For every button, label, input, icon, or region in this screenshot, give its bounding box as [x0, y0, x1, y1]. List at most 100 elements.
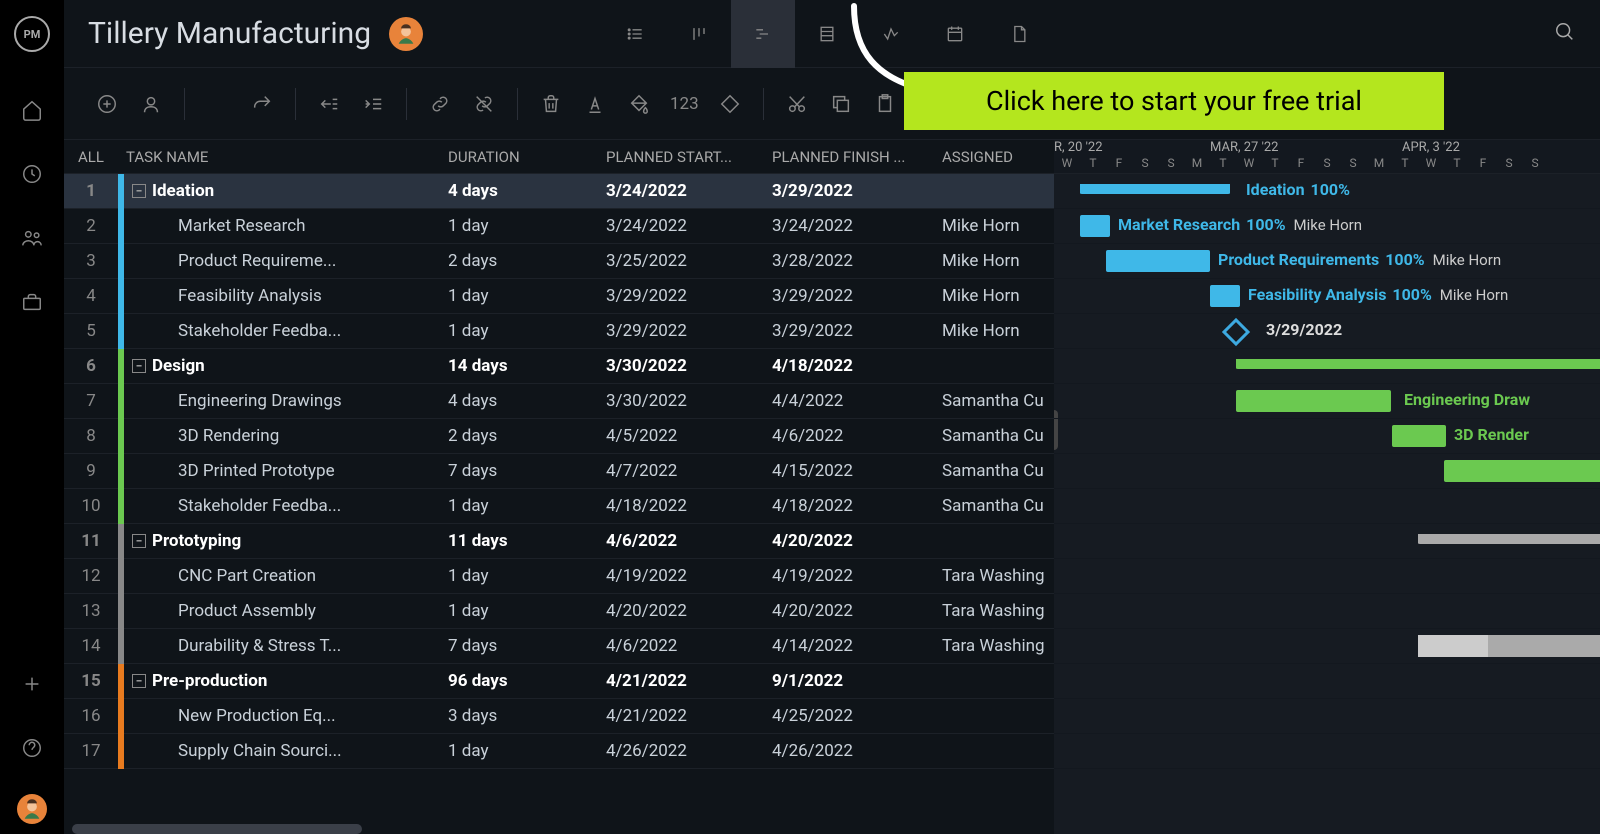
col-all[interactable]: ALL: [64, 148, 118, 166]
task-row[interactable]: 7Engineering Drawings4 days3/30/20224/4/…: [64, 384, 1054, 419]
gantt-task-bar[interactable]: [1418, 635, 1600, 657]
gantt-row[interactable]: Market Research100%Mike Horn: [1054, 209, 1600, 244]
gantt-task-bar[interactable]: [1106, 250, 1210, 272]
task-finish[interactable]: 4/6/2022: [772, 426, 942, 446]
gantt-row[interactable]: [1054, 629, 1600, 664]
app-logo[interactable]: PM: [14, 16, 50, 52]
task-start[interactable]: 4/19/2022: [606, 566, 772, 586]
view-dashboard-icon[interactable]: [859, 0, 923, 68]
task-row[interactable]: 1−Ideation4 days3/24/20223/29/2022: [64, 174, 1054, 209]
task-finish[interactable]: 4/18/2022: [772, 356, 942, 376]
view-calendar-icon[interactable]: [923, 0, 987, 68]
plus-icon[interactable]: [14, 666, 50, 702]
task-row[interactable]: 5Stakeholder Feedba...1 day3/29/20223/29…: [64, 314, 1054, 349]
task-duration[interactable]: 1 day: [448, 321, 606, 341]
task-duration[interactable]: 96 days: [448, 671, 606, 691]
task-start[interactable]: 4/7/2022: [606, 461, 772, 481]
task-row[interactable]: 15−Pre-production96 days4/21/20229/1/202…: [64, 664, 1054, 699]
col-finish[interactable]: PLANNED FINISH ...: [772, 148, 942, 166]
gantt-row[interactable]: [1054, 699, 1600, 734]
task-row[interactable]: 93D Printed Prototype7 days4/7/20224/15/…: [64, 454, 1054, 489]
cta-banner[interactable]: Click here to start your free trial: [904, 72, 1444, 130]
cut-icon[interactable]: [778, 85, 816, 123]
milestone-icon[interactable]: [711, 85, 749, 123]
gantt-milestone[interactable]: [1222, 318, 1250, 346]
gantt-row[interactable]: [1054, 524, 1600, 559]
col-name[interactable]: TASK NAME: [118, 148, 448, 166]
link-icon[interactable]: [421, 85, 459, 123]
task-row[interactable]: 13Product Assembly1 day4/20/20224/20/202…: [64, 594, 1054, 629]
task-finish[interactable]: 3/29/2022: [772, 321, 942, 341]
task-start[interactable]: 4/6/2022: [606, 531, 772, 551]
task-start[interactable]: 3/25/2022: [606, 251, 772, 271]
collapse-toggle[interactable]: −: [132, 184, 146, 198]
collapse-toggle[interactable]: −: [132, 534, 146, 548]
gantt-summary-bar[interactable]: [1236, 359, 1600, 369]
task-duration[interactable]: 1 day: [448, 601, 606, 621]
gantt-row[interactable]: [1054, 664, 1600, 699]
task-assigned[interactable]: Mike Horn: [942, 321, 1054, 341]
task-finish[interactable]: 3/28/2022: [772, 251, 942, 271]
task-row[interactable]: 2Market Research1 day3/24/20223/24/2022M…: [64, 209, 1054, 244]
task-duration[interactable]: 1 day: [448, 566, 606, 586]
task-start[interactable]: 4/21/2022: [606, 671, 772, 691]
task-duration[interactable]: 3 days: [448, 706, 606, 726]
gantt-row[interactable]: [1054, 349, 1600, 384]
gantt-row[interactable]: Feasibility Analysis100%Mike Horn: [1054, 279, 1600, 314]
search-icon[interactable]: [1554, 21, 1576, 47]
indent-icon[interactable]: [354, 85, 392, 123]
task-row[interactable]: 6−Design14 days3/30/20224/18/2022: [64, 349, 1054, 384]
task-finish[interactable]: 4/20/2022: [772, 531, 942, 551]
task-duration[interactable]: 11 days: [448, 531, 606, 551]
task-row[interactable]: 17Supply Chain Sourci...1 day4/26/20224/…: [64, 734, 1054, 769]
view-list-icon[interactable]: [603, 0, 667, 68]
task-duration[interactable]: 7 days: [448, 461, 606, 481]
col-start[interactable]: PLANNED START...: [606, 148, 772, 166]
task-row[interactable]: 83D Rendering2 days4/5/20224/6/2022Saman…: [64, 419, 1054, 454]
redo-icon[interactable]: [243, 85, 281, 123]
gantt-row[interactable]: [1054, 734, 1600, 769]
gantt-task-bar[interactable]: [1392, 425, 1446, 447]
task-start[interactable]: 4/6/2022: [606, 636, 772, 656]
undo-icon[interactable]: [199, 85, 237, 123]
task-row[interactable]: 4Feasibility Analysis1 day3/29/20223/29/…: [64, 279, 1054, 314]
gantt-summary-bar[interactable]: [1080, 184, 1230, 194]
col-duration[interactable]: DURATION: [448, 148, 606, 166]
task-assigned[interactable]: Samantha Cu: [942, 461, 1054, 481]
task-start[interactable]: 4/20/2022: [606, 601, 772, 621]
task-duration[interactable]: 2 days: [448, 251, 606, 271]
task-finish[interactable]: 3/24/2022: [772, 216, 942, 236]
clock-icon[interactable]: [14, 156, 50, 192]
task-start[interactable]: 4/26/2022: [606, 741, 772, 761]
task-assigned[interactable]: Samantha Cu: [942, 426, 1054, 446]
gantt-row[interactable]: 3/29/2022: [1054, 314, 1600, 349]
task-start[interactable]: 3/30/2022: [606, 391, 772, 411]
task-finish[interactable]: 4/15/2022: [772, 461, 942, 481]
task-duration[interactable]: 1 day: [448, 741, 606, 761]
fill-color-icon[interactable]: [620, 85, 658, 123]
task-start[interactable]: 3/29/2022: [606, 286, 772, 306]
task-start[interactable]: 3/24/2022: [606, 181, 772, 201]
gantt-task-bar[interactable]: [1236, 390, 1391, 412]
user-avatar-icon[interactable]: [17, 794, 47, 824]
task-assigned[interactable]: Mike Horn: [942, 251, 1054, 271]
task-finish[interactable]: 4/20/2022: [772, 601, 942, 621]
task-duration[interactable]: 1 day: [448, 286, 606, 306]
view-board-icon[interactable]: [667, 0, 731, 68]
task-row[interactable]: 12CNC Part Creation1 day4/19/20224/19/20…: [64, 559, 1054, 594]
view-gantt-icon[interactable]: [731, 0, 795, 68]
gantt-summary-bar[interactable]: [1418, 534, 1600, 544]
task-assigned[interactable]: Tara Washing: [942, 636, 1054, 656]
task-start[interactable]: 4/5/2022: [606, 426, 772, 446]
add-task-icon[interactable]: [88, 85, 126, 123]
task-assigned[interactable]: Samantha Cu: [942, 391, 1054, 411]
task-assigned[interactable]: Mike Horn: [942, 216, 1054, 236]
task-row[interactable]: 10Stakeholder Feedba...1 day4/18/20224/1…: [64, 489, 1054, 524]
horizontal-scrollbar[interactable]: [72, 824, 362, 834]
add-user-icon[interactable]: [132, 85, 170, 123]
task-duration[interactable]: 2 days: [448, 426, 606, 446]
task-finish[interactable]: 9/1/2022: [772, 671, 942, 691]
task-start[interactable]: 4/18/2022: [606, 496, 772, 516]
task-start[interactable]: 4/21/2022: [606, 706, 772, 726]
task-finish[interactable]: 4/14/2022: [772, 636, 942, 656]
